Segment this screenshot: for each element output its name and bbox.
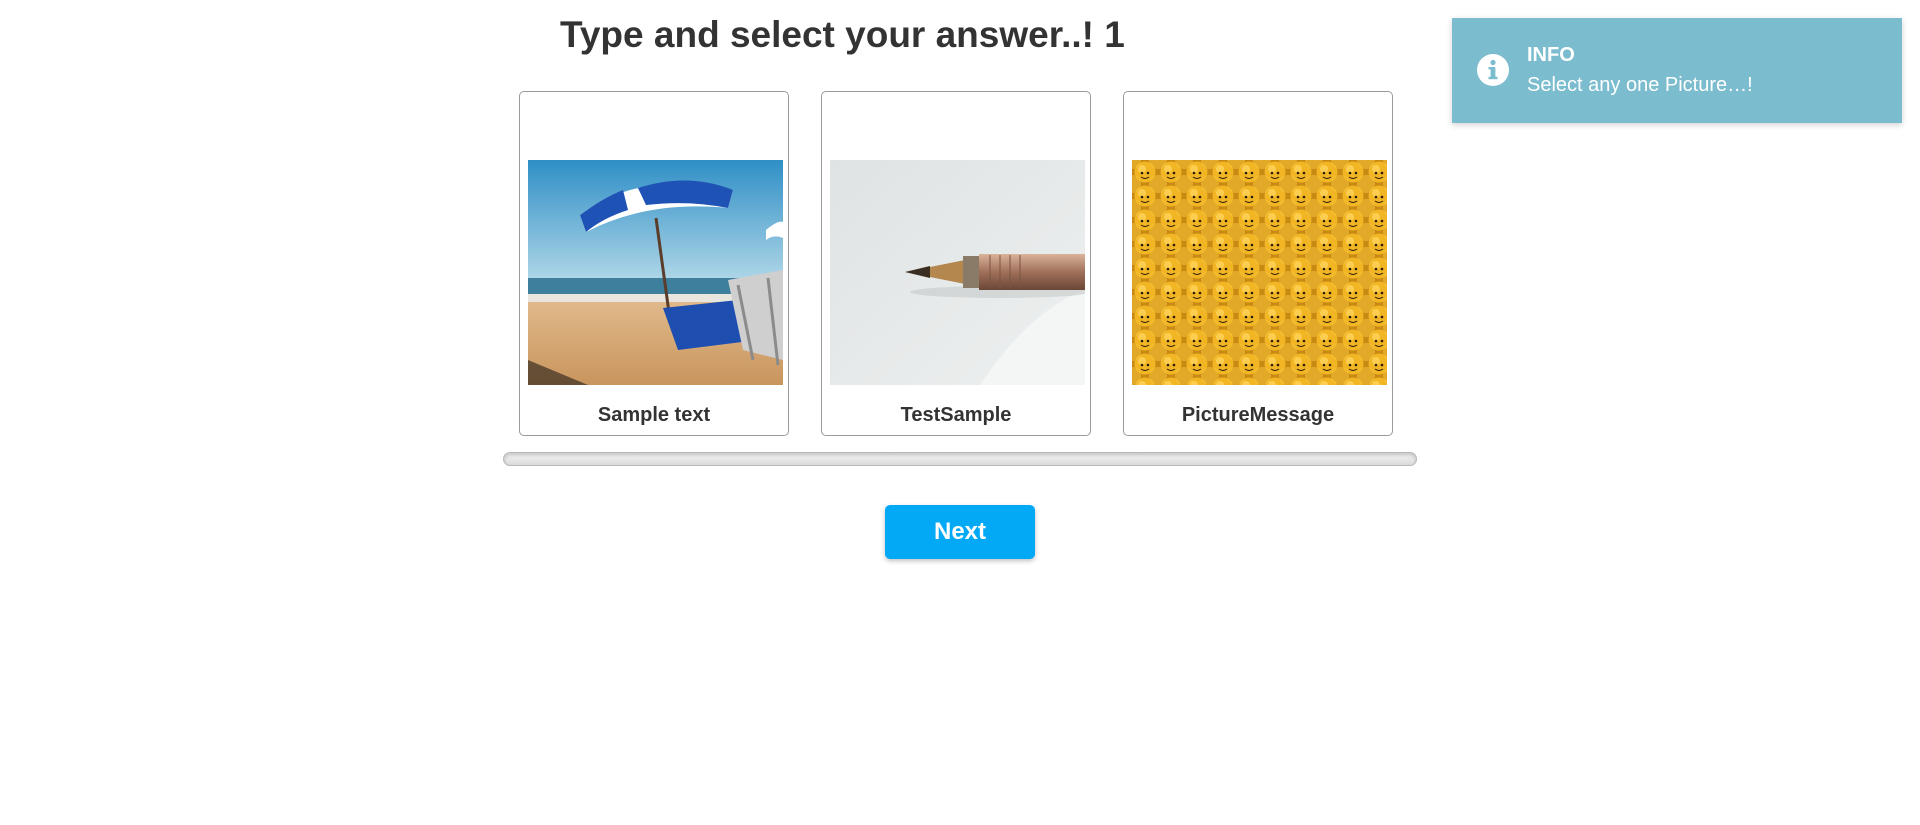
fountain-pen-image — [830, 160, 1085, 385]
answer-option-card[interactable]: PictureMessage — [1123, 91, 1393, 436]
info-icon — [1477, 54, 1509, 86]
option-label: PictureMessage — [1181, 404, 1335, 426]
beach-umbrella-image — [528, 160, 783, 385]
option-label: Sample text — [597, 404, 711, 426]
answer-option-card[interactable]: Sample text — [519, 91, 789, 436]
next-button[interactable]: Next — [885, 505, 1035, 559]
option-label: TestSample — [900, 404, 1012, 426]
toast-message: Select any one Picture…! — [1527, 74, 1753, 96]
horizontal-scrollbar[interactable] — [503, 452, 1417, 466]
quiz-page: Type and select your answer..! 1 Sample … — [0, 0, 1920, 825]
toast-title: INFO — [1527, 44, 1575, 66]
info-toast[interactable]: INFO Select any one Picture…! — [1452, 18, 1902, 123]
question-title: Type and select your answer..! 1 — [560, 14, 1125, 55]
yellow-toy-heads-image — [1132, 160, 1387, 385]
answer-option-card[interactable]: TestSample — [821, 91, 1091, 436]
